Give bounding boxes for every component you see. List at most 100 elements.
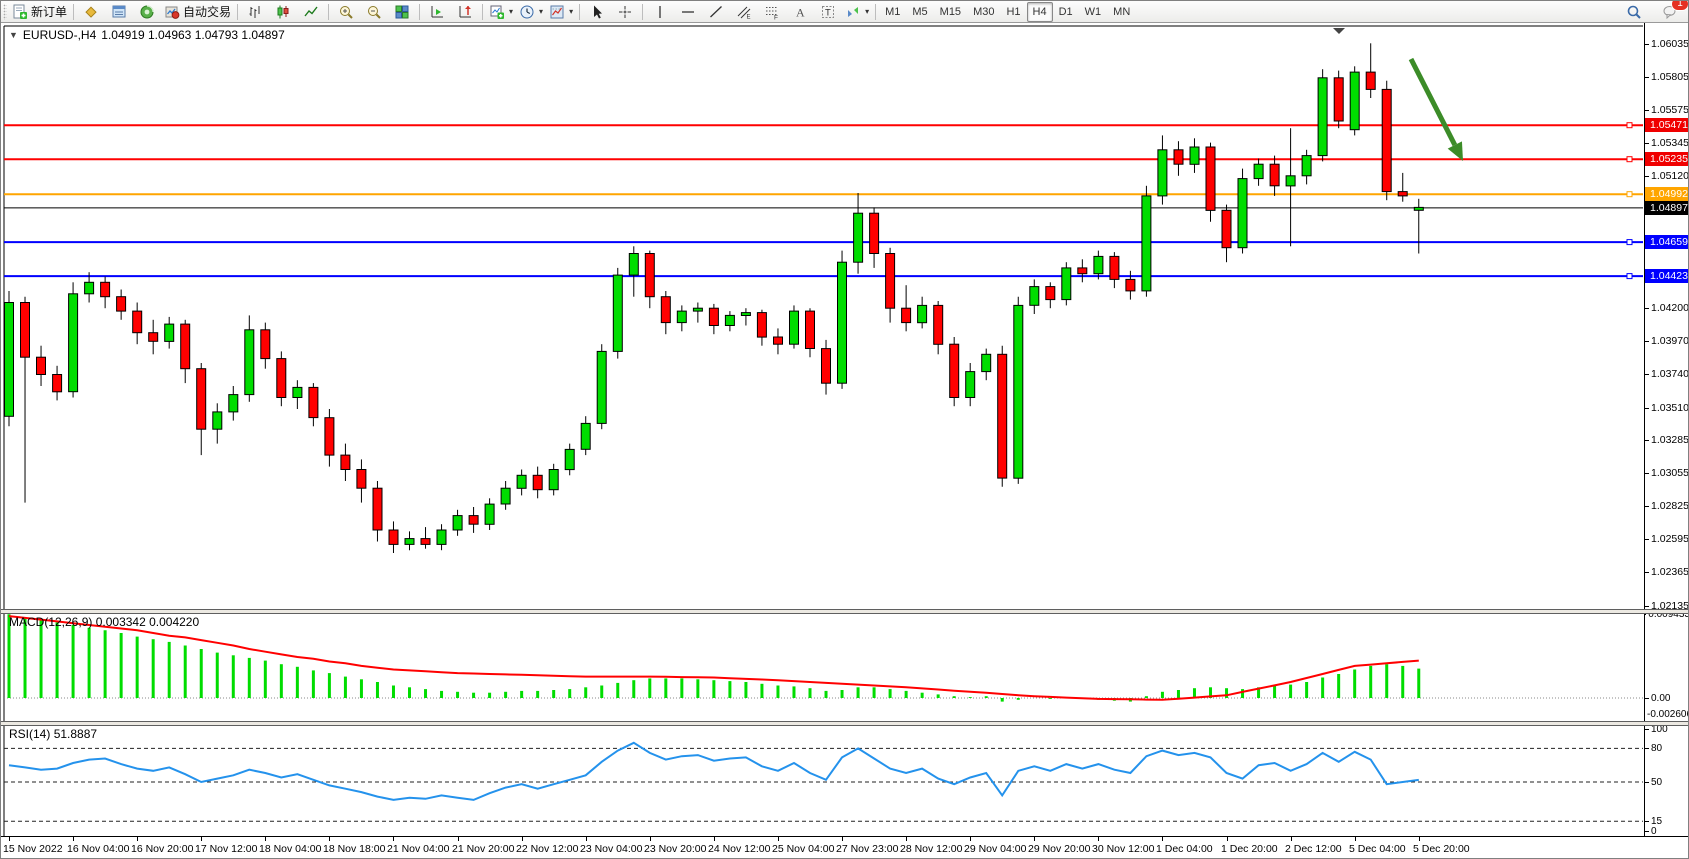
candle[interactable] bbox=[533, 467, 542, 499]
trend-arrow-annotation[interactable] bbox=[1411, 59, 1455, 145]
candle[interactable] bbox=[69, 282, 78, 397]
candle[interactable] bbox=[1046, 282, 1055, 308]
candle[interactable] bbox=[53, 366, 62, 401]
candle[interactable] bbox=[5, 291, 14, 426]
candle[interactable] bbox=[725, 311, 734, 331]
candle[interactable] bbox=[117, 290, 126, 320]
trendline-button[interactable] bbox=[702, 1, 730, 23]
candle[interactable] bbox=[1142, 186, 1151, 297]
cursor-button[interactable] bbox=[583, 1, 611, 23]
candle[interactable] bbox=[645, 251, 654, 309]
timeframe-button-m30[interactable]: M30 bbox=[967, 2, 1000, 22]
zoom-out-button[interactable] bbox=[360, 1, 388, 23]
candle[interactable] bbox=[37, 346, 46, 386]
candle[interactable] bbox=[1014, 297, 1023, 484]
templates-button[interactable]: ▾ bbox=[546, 1, 576, 23]
candle[interactable] bbox=[693, 303, 702, 323]
candle[interactable] bbox=[453, 510, 462, 536]
time-axis-scale[interactable]: 15 Nov 202216 Nov 04:0016 Nov 20:0017 No… bbox=[1, 836, 1689, 859]
timeframe-button-w1[interactable]: W1 bbox=[1079, 2, 1108, 22]
line-handle[interactable] bbox=[1627, 157, 1632, 162]
equidistant-channel-button[interactable]: E bbox=[730, 1, 758, 23]
candle[interactable] bbox=[1302, 150, 1311, 185]
autotrading-button[interactable]: 自动交易 bbox=[161, 1, 234, 23]
candle[interactable] bbox=[101, 277, 110, 309]
horizontal-line-button[interactable] bbox=[674, 1, 702, 23]
rsi-panel-splitter[interactable] bbox=[1, 721, 1689, 726]
candle[interactable] bbox=[485, 498, 494, 530]
candle[interactable] bbox=[822, 340, 831, 395]
timeframe-button-m15[interactable]: M15 bbox=[934, 2, 967, 22]
candle[interactable] bbox=[1110, 252, 1119, 288]
candle[interactable] bbox=[998, 346, 1007, 487]
search-button[interactable] bbox=[1620, 1, 1648, 23]
candle[interactable] bbox=[838, 251, 847, 389]
timeframe-button-h4[interactable]: H4 bbox=[1027, 2, 1053, 22]
candle[interactable] bbox=[1062, 262, 1071, 305]
candle[interactable] bbox=[1270, 156, 1279, 196]
candle[interactable] bbox=[709, 304, 718, 334]
candle[interactable] bbox=[133, 303, 142, 345]
candle[interactable] bbox=[213, 403, 222, 443]
candle[interactable] bbox=[613, 268, 622, 359]
toolbar-grip[interactable] bbox=[3, 4, 7, 20]
candle[interactable] bbox=[854, 193, 863, 274]
chart-shift-button[interactable] bbox=[451, 1, 479, 23]
candle[interactable] bbox=[277, 351, 286, 406]
candle[interactable] bbox=[405, 531, 414, 550]
candle[interactable] bbox=[21, 297, 30, 503]
new-order-button[interactable]: 新订单 bbox=[9, 1, 70, 23]
candle[interactable] bbox=[325, 409, 334, 467]
timeframe-button-mn[interactable]: MN bbox=[1107, 2, 1136, 22]
candle[interactable] bbox=[629, 246, 638, 296]
periods-button[interactable]: ▾ bbox=[516, 1, 546, 23]
zoom-in-button[interactable] bbox=[332, 1, 360, 23]
line-handle[interactable] bbox=[1627, 123, 1632, 128]
candle[interactable] bbox=[597, 344, 606, 429]
timeframe-button-h1[interactable]: H1 bbox=[1000, 2, 1026, 22]
candle[interactable] bbox=[341, 444, 350, 481]
timeframe-button-m1[interactable]: M1 bbox=[879, 2, 906, 22]
chart-shift-marker-icon[interactable] bbox=[1333, 28, 1345, 34]
line-handle[interactable] bbox=[1627, 192, 1632, 197]
candle[interactable] bbox=[918, 297, 927, 329]
candle[interactable] bbox=[661, 291, 670, 334]
candle[interactable] bbox=[357, 459, 366, 502]
candle[interactable] bbox=[870, 207, 879, 268]
line-chart-button[interactable] bbox=[297, 1, 325, 23]
candle[interactable] bbox=[790, 305, 799, 348]
candle[interactable] bbox=[902, 285, 911, 331]
timeframe-button-d1[interactable]: D1 bbox=[1053, 2, 1079, 22]
candle[interactable] bbox=[469, 507, 478, 533]
candle[interactable] bbox=[1398, 173, 1407, 202]
candle[interactable] bbox=[309, 383, 318, 426]
fibonacci-button[interactable]: F bbox=[758, 1, 786, 23]
candle[interactable] bbox=[982, 349, 991, 381]
candle[interactable] bbox=[1030, 279, 1039, 314]
line-handle[interactable] bbox=[1627, 240, 1632, 245]
candle[interactable] bbox=[245, 315, 254, 401]
candle[interactable] bbox=[421, 527, 430, 549]
bar-chart-button[interactable] bbox=[241, 1, 269, 23]
text-button[interactable]: A bbox=[786, 1, 814, 23]
candle[interactable] bbox=[950, 337, 959, 406]
collapse-triangle-icon[interactable]: ▼ bbox=[9, 30, 18, 40]
candle[interactable] bbox=[806, 308, 815, 357]
candle[interactable] bbox=[934, 301, 943, 354]
candle[interactable] bbox=[389, 521, 398, 553]
candle[interactable] bbox=[261, 323, 270, 369]
macd-panel-splitter[interactable] bbox=[1, 609, 1689, 614]
candle[interactable] bbox=[149, 320, 158, 355]
candle[interactable] bbox=[886, 248, 895, 323]
candle[interactable] bbox=[741, 308, 750, 325]
shapes-button[interactable]: ▾ bbox=[842, 1, 872, 23]
new-chart-button[interactable]: ▾ bbox=[486, 1, 516, 23]
timeframe-button-m5[interactable]: M5 bbox=[906, 2, 933, 22]
news-button[interactable] bbox=[133, 1, 161, 23]
crosshair-button[interactable] bbox=[611, 1, 639, 23]
candle[interactable] bbox=[565, 444, 574, 476]
macd-panel-canvas[interactable] bbox=[1, 612, 1644, 721]
profiles-button[interactable] bbox=[77, 1, 105, 23]
candle[interactable] bbox=[373, 481, 382, 542]
market-watch-button[interactable] bbox=[105, 1, 133, 23]
